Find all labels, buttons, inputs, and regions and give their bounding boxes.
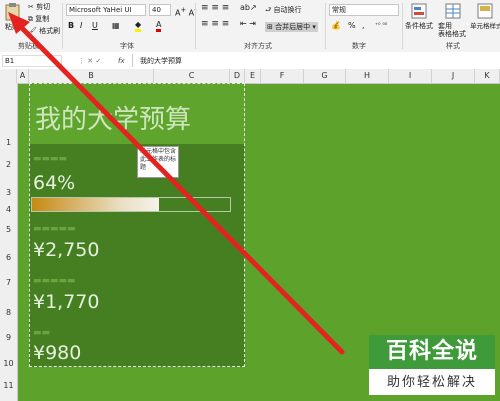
watermark-logo: 百科全说 助你轻松解决 bbox=[369, 335, 495, 395]
watermark-subtitle: 助你轻松解决 bbox=[386, 375, 477, 390]
watermark-title: 百科全说 bbox=[369, 335, 495, 369]
